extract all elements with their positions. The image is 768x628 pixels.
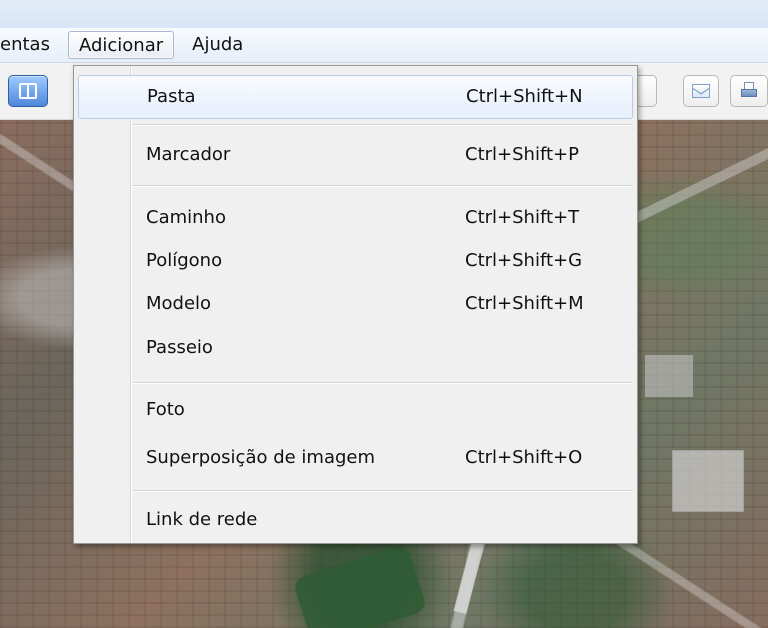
menu-add[interactable]: Adicionar: [67, 31, 175, 59]
menu-item-shortcut: Ctrl+Shift+G: [465, 250, 583, 271]
menu-item-folder[interactable]: Pasta Ctrl+Shift+N: [78, 75, 633, 119]
menu-item-image-overlay[interactable]: Superposição de imagem Ctrl+Shift+O: [78, 437, 633, 481]
menu-item-tour[interactable]: Passeio: [78, 327, 633, 371]
menu-tools-partial[interactable]: entas: [0, 31, 58, 59]
print-button[interactable]: [730, 75, 768, 107]
envelope-icon: [692, 84, 710, 98]
menu-item-placemark[interactable]: Marcador Ctrl+Shift+P: [78, 134, 633, 178]
printer-body: [741, 89, 757, 97]
menu-item-path[interactable]: Caminho Ctrl+Shift+T: [78, 197, 633, 241]
menu-separator: [132, 185, 632, 187]
menu-item-label: Marcador: [146, 144, 231, 165]
menu-item-shortcut: Ctrl+Shift+T: [465, 207, 580, 228]
menu-item-label: Pasta: [147, 86, 196, 107]
menu-item-label: Caminho: [146, 207, 226, 228]
menu-item-shortcut: Ctrl+Shift+M: [465, 293, 584, 314]
menu-item-polygon[interactable]: Polígono Ctrl+Shift+G: [78, 240, 633, 284]
application-window: entas Adicionar Ajuda Pasta Ctrl+Shift+N: [0, 0, 768, 628]
map-building-block: [672, 450, 744, 512]
add-menu-dropdown: Pasta Ctrl+Shift+N Marcador Ctrl+Shift+P…: [73, 65, 638, 544]
menu-item-model[interactable]: Modelo Ctrl+Shift+M: [78, 283, 633, 327]
email-button[interactable]: [683, 75, 719, 107]
menu-help[interactable]: Ajuda: [184, 31, 251, 59]
menu-item-label: Superposição de imagem: [146, 447, 376, 468]
sidebar-toggle-icon: [19, 83, 37, 99]
menu-bar: entas Adicionar Ajuda: [0, 28, 768, 63]
menu-item-shortcut: Ctrl+Shift+N: [466, 86, 583, 107]
map-green-area: [292, 543, 428, 628]
menu-item-label: Modelo: [146, 293, 212, 314]
menu-item-label: Foto: [146, 399, 185, 420]
menu-item-label: Link de rede: [146, 509, 258, 530]
map-building-block-small: [645, 355, 693, 397]
menu-item-shortcut: Ctrl+Shift+O: [465, 447, 583, 468]
menu-separator: [132, 124, 632, 126]
menu-item-network-link[interactable]: Link de rede: [78, 499, 633, 543]
menu-separator: [132, 490, 632, 492]
title-bar: [0, 0, 768, 29]
menu-item-shortcut: Ctrl+Shift+P: [465, 144, 579, 165]
printer-icon: [741, 82, 757, 100]
sidebar-toggle-button[interactable]: [8, 75, 48, 107]
menu-item-label: Polígono: [146, 250, 223, 271]
menu-separator: [132, 382, 632, 384]
menu-item-label: Passeio: [146, 337, 213, 358]
menu-item-photo[interactable]: Foto: [78, 389, 633, 433]
